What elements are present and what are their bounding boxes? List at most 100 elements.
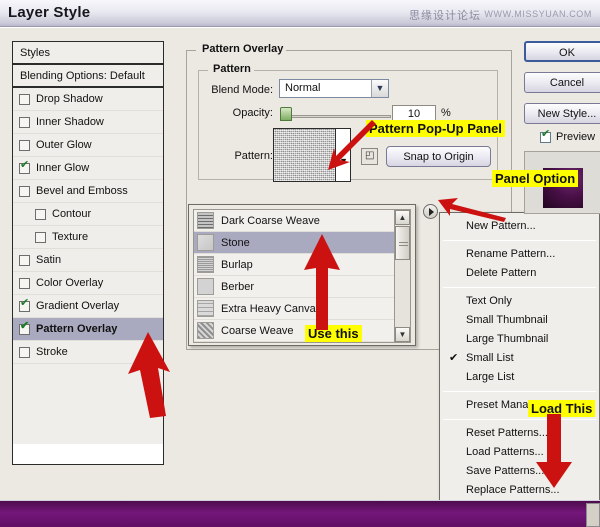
style-checkbox[interactable] [19,186,30,197]
pattern-groupbox-border-left [198,70,208,71]
style-checkbox[interactable] [35,209,46,220]
style-row-label: Pattern Overlay [36,318,117,341]
cancel-button[interactable]: Cancel [524,72,600,93]
callout-pattern-popup-panel: Pattern Pop-Up Panel [366,120,505,137]
opacity-slider-thumb[interactable] [280,107,292,121]
pattern-list-item-label: Coarse Weave [221,325,294,337]
style-checkbox[interactable] [19,255,30,266]
chevron-down-icon[interactable]: ▼ [371,80,388,97]
pattern-list-item[interactable]: Stone [194,232,394,254]
snap-to-origin-button[interactable]: Snap to Origin [386,146,491,167]
style-row[interactable]: Inner Shadow [13,111,163,134]
pattern-list-scrollbar[interactable]: ▲ ▼ [394,209,411,343]
styles-panel-header: Styles [13,42,163,65]
context-menu-item[interactable]: Save Patterns... [440,462,599,481]
arrow-to-panel-option [436,188,508,224]
pattern-thumbnail-icon [197,278,214,295]
styles-list: Drop ShadowInner ShadowOuter GlowInner G… [13,88,163,364]
style-checkbox[interactable] [19,278,30,289]
style-row-label: Stroke [36,341,68,364]
pattern-list-item[interactable]: Berber [194,276,394,298]
style-row-label: Contour [52,203,91,226]
context-menu-item[interactable]: Small List [440,349,599,368]
arrow-to-pattern-swatch [310,118,382,174]
scrollbar-grip-icon [399,240,408,246]
callout-panel-option: Panel Option [492,170,578,187]
pattern-list-item-label: Burlap [221,259,253,271]
style-checkbox[interactable] [19,301,30,312]
pattern-thumbnail-icon [197,322,214,339]
pattern-list-item-label: Dark Coarse Weave [221,215,320,227]
style-row-label: Inner Shadow [36,111,104,134]
pattern-thumbnail-icon [197,300,214,317]
groupbox-border-right [271,50,512,51]
style-row-label: Outer Glow [36,134,92,157]
style-row[interactable]: Bevel and Emboss [13,180,163,203]
pattern-list-item-label: Stone [221,237,250,249]
style-row[interactable]: Drop Shadow [13,88,163,111]
style-row[interactable]: Texture [13,226,163,249]
style-checkbox[interactable] [19,94,30,105]
context-menu-item[interactable]: Small Thumbnail [440,311,599,330]
style-checkbox[interactable] [19,163,30,174]
pattern-list-item[interactable]: Burlap [194,254,394,276]
context-menu-item[interactable]: Large List [440,368,599,387]
pattern-label: Pattern: [193,150,273,162]
style-checkbox[interactable] [19,140,30,151]
preview-checkbox-row[interactable]: Preview [540,131,595,143]
style-row[interactable]: Gradient Overlay [13,295,163,318]
context-menu-item[interactable]: Load Patterns... [440,443,599,462]
pattern-thumbnail-icon [197,234,214,251]
blending-options-row[interactable]: Blending Options: Default [13,65,163,88]
pattern-overlay-title: Pattern Overlay [199,43,286,55]
context-menu-item[interactable]: Large Thumbnail [440,330,599,349]
context-menu-items: New Pattern...Rename Pattern...Delete Pa… [440,217,599,527]
pattern-thumbnail-icon [197,212,214,229]
new-style-button[interactable]: New Style... [524,103,600,124]
watermark-chinese: 思缘设计论坛 [409,7,481,23]
context-menu-item[interactable]: Delete Pattern [440,264,599,283]
style-row[interactable]: Satin [13,249,163,272]
pattern-list[interactable]: Dark Coarse Weave Stone Burlap BerberExtra … [193,209,395,343]
scrollbar-thumb[interactable] [395,226,410,260]
style-checkbox[interactable] [19,117,30,128]
context-menu-item[interactable]: Reset Patterns... [440,424,599,443]
style-row-label: Inner Glow [36,157,89,180]
style-row[interactable]: Outer Glow [13,134,163,157]
pattern-section-title: Pattern [210,63,254,75]
style-row-label: Texture [52,226,88,249]
preview-checkbox[interactable] [540,132,551,143]
style-row[interactable]: Color Overlay [13,272,163,295]
watermark-url: WWW.MISSYUAN.COM [484,9,592,19]
scroll-down-icon[interactable]: ▼ [395,327,410,342]
opacity-unit-label: % [441,107,451,119]
layer-style-dialog: Layer Style 思缘设计论坛 WWW.MISSYUAN.COM Styl… [0,0,600,527]
pattern-list-item[interactable]: Coarse Weave [194,320,394,342]
pattern-list-item[interactable]: Dark Coarse Weave [194,210,394,232]
context-menu-item[interactable]: Rename Pattern... [440,245,599,264]
groupbox-border-left [186,50,196,51]
context-menu-item[interactable]: Text Only [440,292,599,311]
menu-separator [443,391,596,392]
style-row-label: Satin [36,249,61,272]
page-title: Layer Style [8,4,90,21]
style-row[interactable]: Contour [13,203,163,226]
arrow-to-artist-surfaces [534,412,574,490]
footer-right-chip [586,503,600,527]
style-row-label: Bevel and Emboss [36,180,128,203]
pattern-list-item[interactable]: Extra Heavy Canvas [194,298,394,320]
menu-separator [443,240,596,241]
style-row[interactable]: Inner Glow [13,157,163,180]
blend-mode-select[interactable]: Normal ▼ [279,79,389,98]
context-menu-item[interactable]: Replace Patterns... [440,481,599,500]
blend-mode-value: Normal [285,82,320,94]
style-checkbox[interactable] [19,347,30,358]
arrow-to-stone-pattern [300,232,344,332]
triangle-right-icon [429,208,434,216]
style-checkbox[interactable] [19,324,30,335]
ok-button[interactable]: OK [524,41,600,62]
pattern-groupbox-border-right [250,70,498,71]
scroll-up-icon[interactable]: ▲ [395,210,410,225]
style-checkbox[interactable] [35,232,46,243]
opacity-label: Opacity: [193,107,273,119]
